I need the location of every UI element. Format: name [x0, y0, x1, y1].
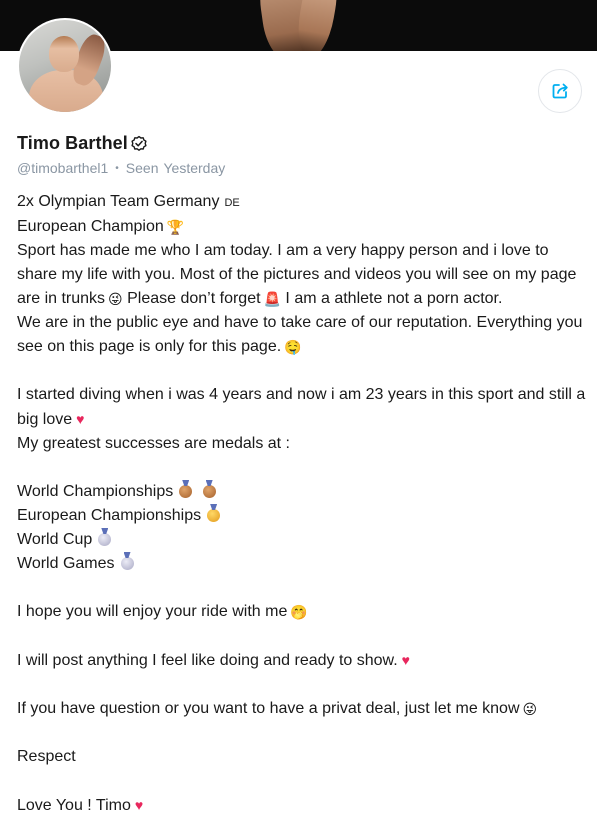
profile-page: Timo Barthel @timobarthel1 • Seen Yester…	[0, 0, 597, 819]
trophy-icon: 🏆	[166, 219, 185, 235]
bio-line: Love You ! Timo ♥	[17, 793, 587, 818]
bio-text: World Championships	[17, 483, 174, 500]
bio-line: Sport has made me who I am today. I am a…	[17, 239, 587, 311]
last-seen-value: Yesterday	[163, 160, 226, 176]
separator-dot: •	[115, 162, 119, 174]
silver-medal-icon	[98, 533, 112, 546]
bio-text: European Champion	[17, 218, 164, 235]
share-icon	[552, 83, 568, 99]
bio-text: 2x Olympian Team Germany	[17, 193, 220, 210]
silver-medal-icon	[120, 557, 134, 570]
bio-line: My greatest successes are medals at :	[17, 435, 290, 452]
bio-line: I hope you will enjoy your ride with me 🤭	[17, 600, 587, 624]
bio-line: World Cup	[17, 528, 587, 552]
bio-spacer	[17, 721, 587, 745]
bio-spacer	[17, 576, 587, 600]
bio-line: Respect	[17, 748, 76, 765]
share-button[interactable]	[538, 69, 582, 113]
wink-face-icon: 😜	[522, 701, 538, 717]
smile-face-icon: 😜	[108, 291, 123, 307]
bio-line: 2x Olympian Team Germany DE	[17, 190, 587, 215]
profile-name-row: Timo Barthel	[17, 133, 148, 154]
avatar[interactable]	[17, 18, 113, 114]
bronze-medal-icon	[202, 485, 216, 498]
cover-photo-detail	[292, 0, 342, 51]
giggle-face-icon: 🤭	[290, 604, 308, 620]
bio-text: I hope you will enjoy your ride with me	[17, 603, 288, 620]
bio-line: I will post anything I feel like doing a…	[17, 648, 587, 673]
flag-de: DE	[224, 197, 240, 209]
bio-line: European Champion 🏆	[17, 215, 587, 239]
gold-medal-icon	[207, 509, 221, 522]
bio-line: European Championships	[17, 504, 587, 528]
heart-icon: ♥	[401, 652, 410, 668]
bio-line: World Championships	[17, 480, 587, 504]
avatar-photo	[19, 20, 111, 112]
bio-text: If you have question or you want to have…	[17, 700, 520, 717]
profile-meta: @timobarthel1 • Seen Yesterday	[17, 160, 225, 176]
last-seen-label: Seen	[125, 160, 159, 176]
bio-text: Please don’t forget	[127, 290, 261, 307]
bio-text: World Cup	[17, 531, 93, 548]
bio-text: I started diving when i was 4 years and …	[17, 386, 586, 428]
bio-spacer	[17, 624, 587, 648]
bio-spacer	[17, 769, 587, 793]
face-icon: 🤤	[284, 339, 302, 355]
heart-icon: ♥	[134, 797, 144, 813]
bio-spacer	[17, 456, 587, 480]
bio-spacer	[17, 359, 587, 383]
heart-icon: ♥	[76, 411, 85, 427]
avatar-photo-detail	[49, 36, 79, 72]
bio-text: I will post anything I feel like doing a…	[17, 652, 398, 669]
siren-icon: 🚨	[263, 291, 281, 307]
bio-text: European Championships	[17, 507, 202, 524]
bronze-medal-icon	[179, 485, 193, 498]
bio-text: Love You ! Timo	[17, 797, 131, 814]
bio-text: I am a athlete not a porn actor.	[285, 290, 503, 307]
bio-spacer	[17, 673, 587, 697]
bio-line: World Games	[17, 552, 587, 576]
bio-line: If you have question or you want to have…	[17, 697, 587, 721]
profile-bio: 2x Olympian Team Germany DE European Cham…	[17, 190, 587, 818]
verified-badge-icon	[130, 135, 148, 153]
profile-handle[interactable]: @timobarthel1	[17, 160, 108, 176]
bio-text: World Games	[17, 555, 115, 572]
bio-line: We are in the public eye and have to tak…	[17, 311, 587, 359]
bio-line: I started diving when i was 4 years and …	[17, 383, 587, 432]
profile-name: Timo Barthel	[17, 133, 128, 153]
